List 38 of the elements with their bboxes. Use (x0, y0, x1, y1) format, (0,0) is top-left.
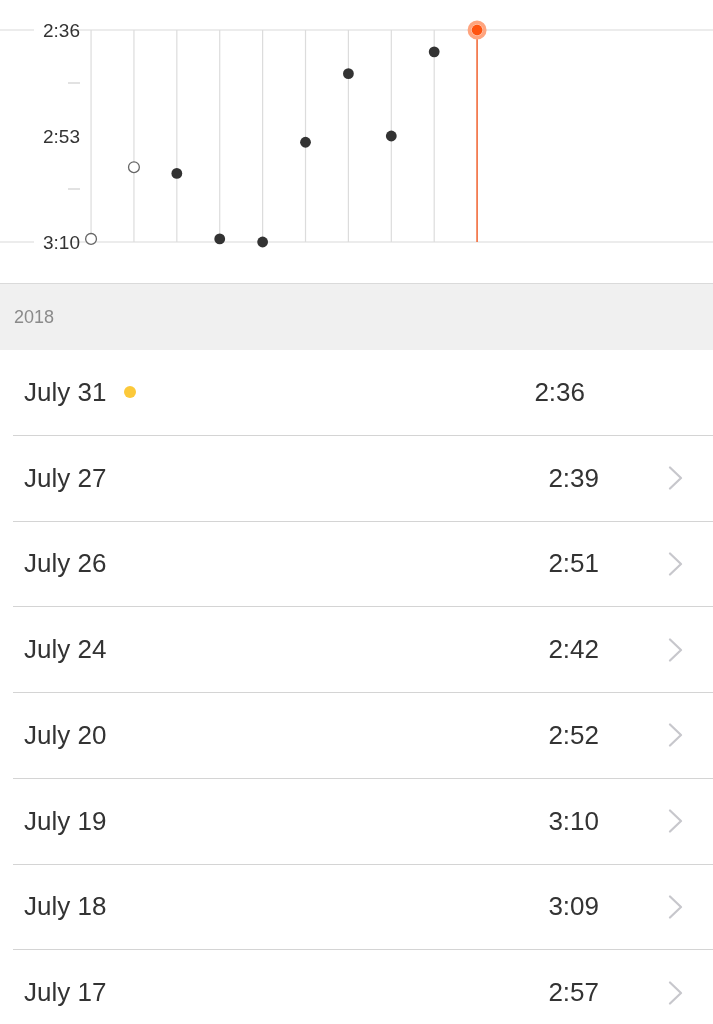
date-label: July 19 (24, 804, 107, 838)
axis-label: 2:53 (43, 125, 80, 147)
data-point[interactable] (171, 168, 183, 179)
data-point[interactable] (428, 46, 440, 58)
time-label: 3:09 (548, 890, 599, 924)
data-point[interactable] (385, 130, 397, 142)
list-item[interactable]: July 18 3:09 (13, 864, 713, 951)
data-point[interactable] (257, 236, 268, 248)
data-point[interactable] (343, 68, 354, 80)
date-label: July 17 (24, 976, 107, 1010)
date-label: July 18 (24, 890, 107, 924)
data-point[interactable] (214, 233, 226, 245)
hollow-data-point[interactable] (85, 232, 98, 245)
time-label: 2:57 (548, 976, 599, 1010)
section-title: 2018 (14, 305, 55, 329)
hollow-data-point[interactable] (127, 161, 140, 174)
time-label: 2:39 (548, 461, 599, 495)
time-label: 2:52 (548, 718, 599, 752)
time-label: 2:36 (534, 375, 585, 409)
selection-ring (467, 20, 487, 40)
list-item[interactable]: July 24 2:42 (13, 607, 713, 693)
list-item[interactable]: July 20 2:52 (13, 693, 713, 779)
list-item[interactable]: July 31 2:36 (13, 350, 713, 436)
date-label: July 24 (24, 633, 107, 667)
data-point[interactable] (300, 136, 311, 148)
list-item[interactable]: July 19 3:10 (13, 778, 713, 865)
date-label: July 31 (24, 375, 107, 409)
list-item[interactable]: July 27 2:39 (13, 435, 713, 522)
list-item[interactable]: July 26 2:51 (13, 521, 713, 608)
axis-label: 3:10 (43, 231, 80, 253)
date-label: July 20 (24, 718, 107, 752)
date-label: July 27 (24, 461, 107, 495)
time-label: 2:42 (548, 633, 599, 667)
time-label: 3:10 (548, 804, 599, 838)
list-item[interactable]: July 17 2:57 (13, 950, 713, 1024)
date-label: July 26 (24, 547, 107, 581)
axis-label: 2:36 (43, 19, 80, 41)
time-label: 2:51 (548, 547, 599, 581)
